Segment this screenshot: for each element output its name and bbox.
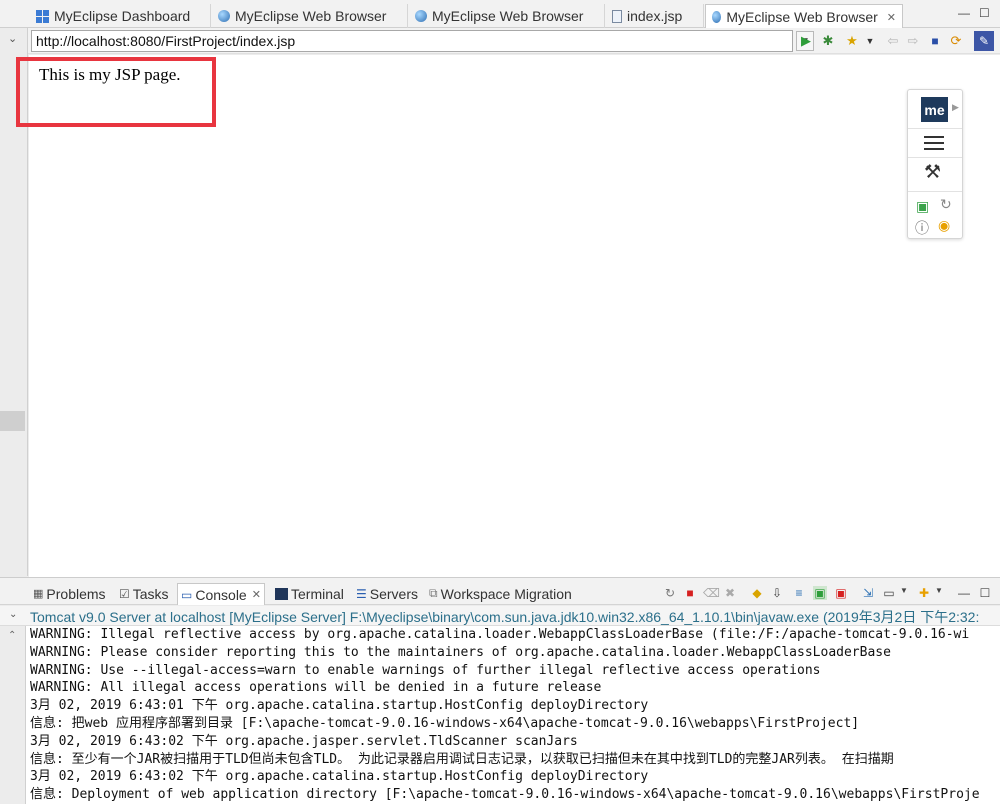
remove-all-icon[interactable]: ✖ xyxy=(723,586,737,600)
scroll-lock-icon[interactable]: ⇩ xyxy=(770,586,784,600)
tab-terminal[interactable]: Terminal xyxy=(272,583,347,604)
cast-icon[interactable]: ▣ xyxy=(916,198,929,215)
panel-tab-bar: ▦ Problems ☑ Tasks ▭ Console ✕ Terminal … xyxy=(0,578,1000,605)
terminate-icon[interactable]: ■ xyxy=(683,586,697,600)
console-line: 信息: 把web 应用程序部署到目录 [F:\apache-tomcat-9.0… xyxy=(30,715,860,731)
minimize-icon[interactable]: — xyxy=(958,6,970,20)
tab-tasks[interactable]: ☑ Tasks xyxy=(116,583,172,604)
console-left-bar: ⌃ xyxy=(0,626,25,804)
servers-icon: ☰ xyxy=(356,586,367,601)
tab-label: MyEclipse Web Browser xyxy=(726,9,878,25)
tab-label: index.jsp xyxy=(627,8,683,24)
browser-content: This is my JSP page. me ▶ ⚒ ▣ ↻ ⓘ ◉ xyxy=(16,55,1000,577)
globe-icon xyxy=(415,10,427,22)
show-stderr-icon[interactable]: ▣ xyxy=(834,586,848,600)
tab-web-browser-active[interactable]: MyEclipse Web Browser ✕ xyxy=(705,4,903,29)
chevron-down-icon[interactable]: ⌄ xyxy=(9,609,17,620)
debug-icon[interactable]: ✱ xyxy=(820,33,836,49)
tab-myeclipse-dashboard[interactable]: MyEclipse Dashboard xyxy=(30,4,211,28)
tab-index-jsp[interactable]: index.jsp xyxy=(606,4,704,28)
tab-label: Problems xyxy=(46,585,106,602)
console-icon: ▭ xyxy=(181,587,193,602)
gutter-marker xyxy=(0,411,25,431)
close-icon[interactable]: ✕ xyxy=(252,588,261,601)
refresh-icon[interactable]: ↻ xyxy=(940,196,952,213)
tab-label: Workspace Migration xyxy=(440,585,572,602)
remove-launch-icon[interactable]: ⌫ xyxy=(703,586,720,600)
tab-label: MyEclipse Dashboard xyxy=(54,8,191,24)
favorite-star-icon[interactable]: ★ xyxy=(844,33,860,49)
globe-icon xyxy=(218,10,230,22)
minimize-icon[interactable]: — xyxy=(957,586,971,600)
migration-icon: ⧉ xyxy=(429,586,438,600)
menu-icon[interactable] xyxy=(924,136,944,150)
highlight-annotation-box xyxy=(16,57,216,127)
chevron-down-icon[interactable]: ▼ xyxy=(862,33,878,49)
tab-label: MyEclipse Web Browser xyxy=(432,8,584,24)
chevron-down-icon[interactable]: ▼ xyxy=(897,586,911,595)
console-line: 3月 02, 2019 6:43:01 下午 org.apache.catali… xyxy=(30,698,649,714)
dashboard-icon xyxy=(36,9,49,23)
myeclipse-logo-icon[interactable]: me xyxy=(921,97,948,122)
console-description-text: Tomcat v9.0 Server at localhost [MyEclip… xyxy=(30,609,980,625)
expand-arrow-icon[interactable]: ▶ xyxy=(952,102,959,113)
console-description: ⌄ Tomcat v9.0 Server at localhost [MyEcl… xyxy=(0,606,1000,626)
refresh-icon[interactable]: ↻ xyxy=(663,586,677,600)
forward-icon[interactable]: ⇨ xyxy=(905,33,921,49)
tab-servers[interactable]: ☰ Servers xyxy=(353,583,421,604)
tab-label: Tasks xyxy=(132,585,169,602)
perspective-icon[interactable]: ✎ xyxy=(974,31,994,51)
chevron-down-icon[interactable]: ⌄ xyxy=(8,32,17,45)
word-wrap-icon[interactable]: ≡ xyxy=(792,586,806,600)
problems-icon: ▦ xyxy=(33,588,44,600)
tab-web-browser-1[interactable]: MyEclipse Web Browser xyxy=(212,4,408,28)
maximize-icon[interactable]: ☐ xyxy=(979,6,990,20)
bottom-panel: ▦ Problems ☑ Tasks ▭ Console ✕ Terminal … xyxy=(0,577,1000,804)
close-icon[interactable]: ✕ xyxy=(887,11,896,24)
browser-toolbar: ▼ ▶ ✱ ★ ▼ ⇦ ⇨ ■ ⟳ ✎ xyxy=(28,28,1000,54)
myeclipse-window: MyEclipse Dashboard MyEclipse Web Browse… xyxy=(0,0,1000,804)
stop-icon[interactable]: ■ xyxy=(927,33,943,49)
refresh-icon[interactable]: ⟳ xyxy=(948,33,964,49)
console-line: WARNING: Please consider reporting this … xyxy=(30,644,891,660)
tab-label: Terminal xyxy=(291,585,344,602)
extension-widget: me ▶ ⚒ ▣ ↻ ⓘ ◉ xyxy=(907,89,963,239)
tab-label: Servers xyxy=(369,585,418,602)
console-line: 3月 02, 2019 6:43:02 下午 org.apache.jasper… xyxy=(30,733,578,749)
jsp-file-icon xyxy=(612,9,622,23)
tab-label: MyEclipse Web Browser xyxy=(235,8,387,24)
run-icon[interactable]: ▶ xyxy=(798,33,814,49)
terminal-icon xyxy=(275,587,288,600)
clear-console-icon[interactable]: ◆ xyxy=(750,586,764,600)
console-output[interactable]: WARNING: Illegal reflective access by or… xyxy=(25,626,1000,804)
eye-icon[interactable]: ◉ xyxy=(938,217,950,234)
editor-tab-bar: MyEclipse Dashboard MyEclipse Web Browse… xyxy=(0,0,1000,29)
tab-console[interactable]: ▭ Console ✕ xyxy=(177,583,265,605)
url-input[interactable] xyxy=(31,30,793,52)
tab-problems[interactable]: ▦ Problems xyxy=(30,583,109,604)
new-console-icon[interactable]: ✚ xyxy=(917,586,931,600)
tab-web-browser-2[interactable]: MyEclipse Web Browser xyxy=(409,4,605,28)
console-line: 信息: Deployment of web application direct… xyxy=(30,787,980,803)
tasks-icon: ☑ xyxy=(119,586,130,601)
console-line: 信息: 至少有一个JAR被扫描用于TLD但尚未包含TLD。 为此记录器启用调试日… xyxy=(30,751,894,767)
console-line: WARNING: Illegal reflective access by or… xyxy=(30,627,970,642)
magic-wand-icon[interactable]: ⚒ xyxy=(924,161,941,184)
pin-console-icon[interactable]: ⇲ xyxy=(861,586,875,600)
show-stdout-icon[interactable]: ▣ xyxy=(813,586,827,600)
globe-icon xyxy=(712,11,722,23)
tab-workspace-migration[interactable]: ⧉ Workspace Migration xyxy=(426,583,575,604)
scroll-up-icon[interactable]: ⌃ xyxy=(8,630,16,641)
display-console-icon[interactable]: ▭ xyxy=(882,586,896,600)
tab-label: Console xyxy=(195,586,247,603)
info-icon[interactable]: ⓘ xyxy=(915,218,929,238)
console-line: WARNING: Use --illegal-access=warn to en… xyxy=(30,662,821,678)
maximize-icon[interactable]: ☐ xyxy=(978,586,992,600)
chevron-down-icon[interactable]: ▼ xyxy=(932,586,946,595)
console-line: 3月 02, 2019 6:43:02 下午 org.apache.catali… xyxy=(30,769,649,785)
console-line: WARNING: All illegal access operations w… xyxy=(30,680,602,696)
back-icon[interactable]: ⇦ xyxy=(885,33,901,49)
